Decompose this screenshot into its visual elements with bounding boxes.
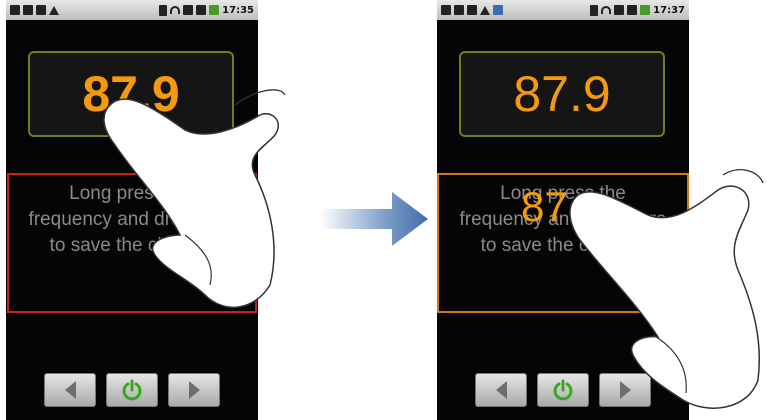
chevron-right-icon bbox=[188, 381, 200, 399]
signal-icon bbox=[196, 5, 207, 15]
favorite-drop-zone[interactable]: Long press the frequency and drag here t… bbox=[7, 173, 257, 313]
phone-screen-before: 17:35 87.9 Long press the frequency and … bbox=[6, 0, 258, 420]
frequency-value: 87.9 bbox=[82, 66, 180, 122]
favorite-drop-zone[interactable]: Long press the frequency and drag here t… bbox=[437, 173, 689, 313]
notification-icon bbox=[10, 5, 20, 15]
headset-icon bbox=[601, 6, 612, 14]
frequency-display[interactable]: 87.9 bbox=[459, 51, 665, 137]
drop-zone-hint: Long press the frequency and drag here t… bbox=[9, 181, 255, 259]
email-icon bbox=[454, 5, 464, 15]
chevron-left-icon bbox=[64, 381, 76, 399]
next-button[interactable] bbox=[168, 373, 220, 407]
signal-icon bbox=[627, 5, 638, 15]
chevron-left-icon bbox=[495, 381, 507, 399]
status-time: 17:35 bbox=[222, 4, 254, 16]
hint-line-3: to save the channel bbox=[49, 235, 215, 256]
playback-controls bbox=[475, 373, 651, 407]
frequency-value: 87.9 bbox=[513, 66, 611, 122]
warning-icon bbox=[49, 5, 59, 15]
power-icon bbox=[553, 379, 573, 401]
hint-line-3: to save the channel bbox=[480, 235, 646, 256]
previous-button[interactable] bbox=[44, 373, 96, 407]
usb-icon bbox=[36, 5, 46, 15]
network-icon bbox=[614, 5, 625, 15]
arrow-right-icon bbox=[320, 192, 428, 246]
power-icon bbox=[122, 379, 142, 401]
status-bar: 17:37 bbox=[437, 0, 689, 20]
email-icon bbox=[23, 5, 33, 15]
next-button[interactable] bbox=[599, 373, 651, 407]
chevron-right-icon bbox=[619, 381, 631, 399]
notification-icon bbox=[441, 5, 451, 15]
power-button[interactable] bbox=[537, 373, 589, 407]
dragged-frequency[interactable]: 87.9 bbox=[521, 183, 603, 231]
hint-line-1: Long press the bbox=[69, 183, 195, 204]
previous-button[interactable] bbox=[475, 373, 527, 407]
battery-icon bbox=[159, 4, 168, 16]
usb-icon bbox=[467, 5, 477, 15]
phone-screen-after: 17:37 87.9 Long press the frequency and … bbox=[437, 0, 689, 420]
headset-icon bbox=[170, 6, 181, 14]
power-button[interactable] bbox=[106, 373, 158, 407]
battery-icon bbox=[590, 4, 599, 16]
hint-line-2: frequency and drag here bbox=[28, 209, 236, 230]
battery-level-icon bbox=[640, 5, 651, 15]
frequency-display[interactable]: 87.9 bbox=[28, 51, 234, 137]
playback-controls bbox=[44, 373, 220, 407]
battery-level-icon bbox=[209, 5, 220, 15]
network-icon bbox=[183, 5, 194, 15]
status-time: 17:37 bbox=[653, 4, 685, 16]
status-bar: 17:35 bbox=[6, 0, 258, 20]
download-icon bbox=[493, 5, 503, 15]
warning-icon bbox=[480, 5, 490, 15]
